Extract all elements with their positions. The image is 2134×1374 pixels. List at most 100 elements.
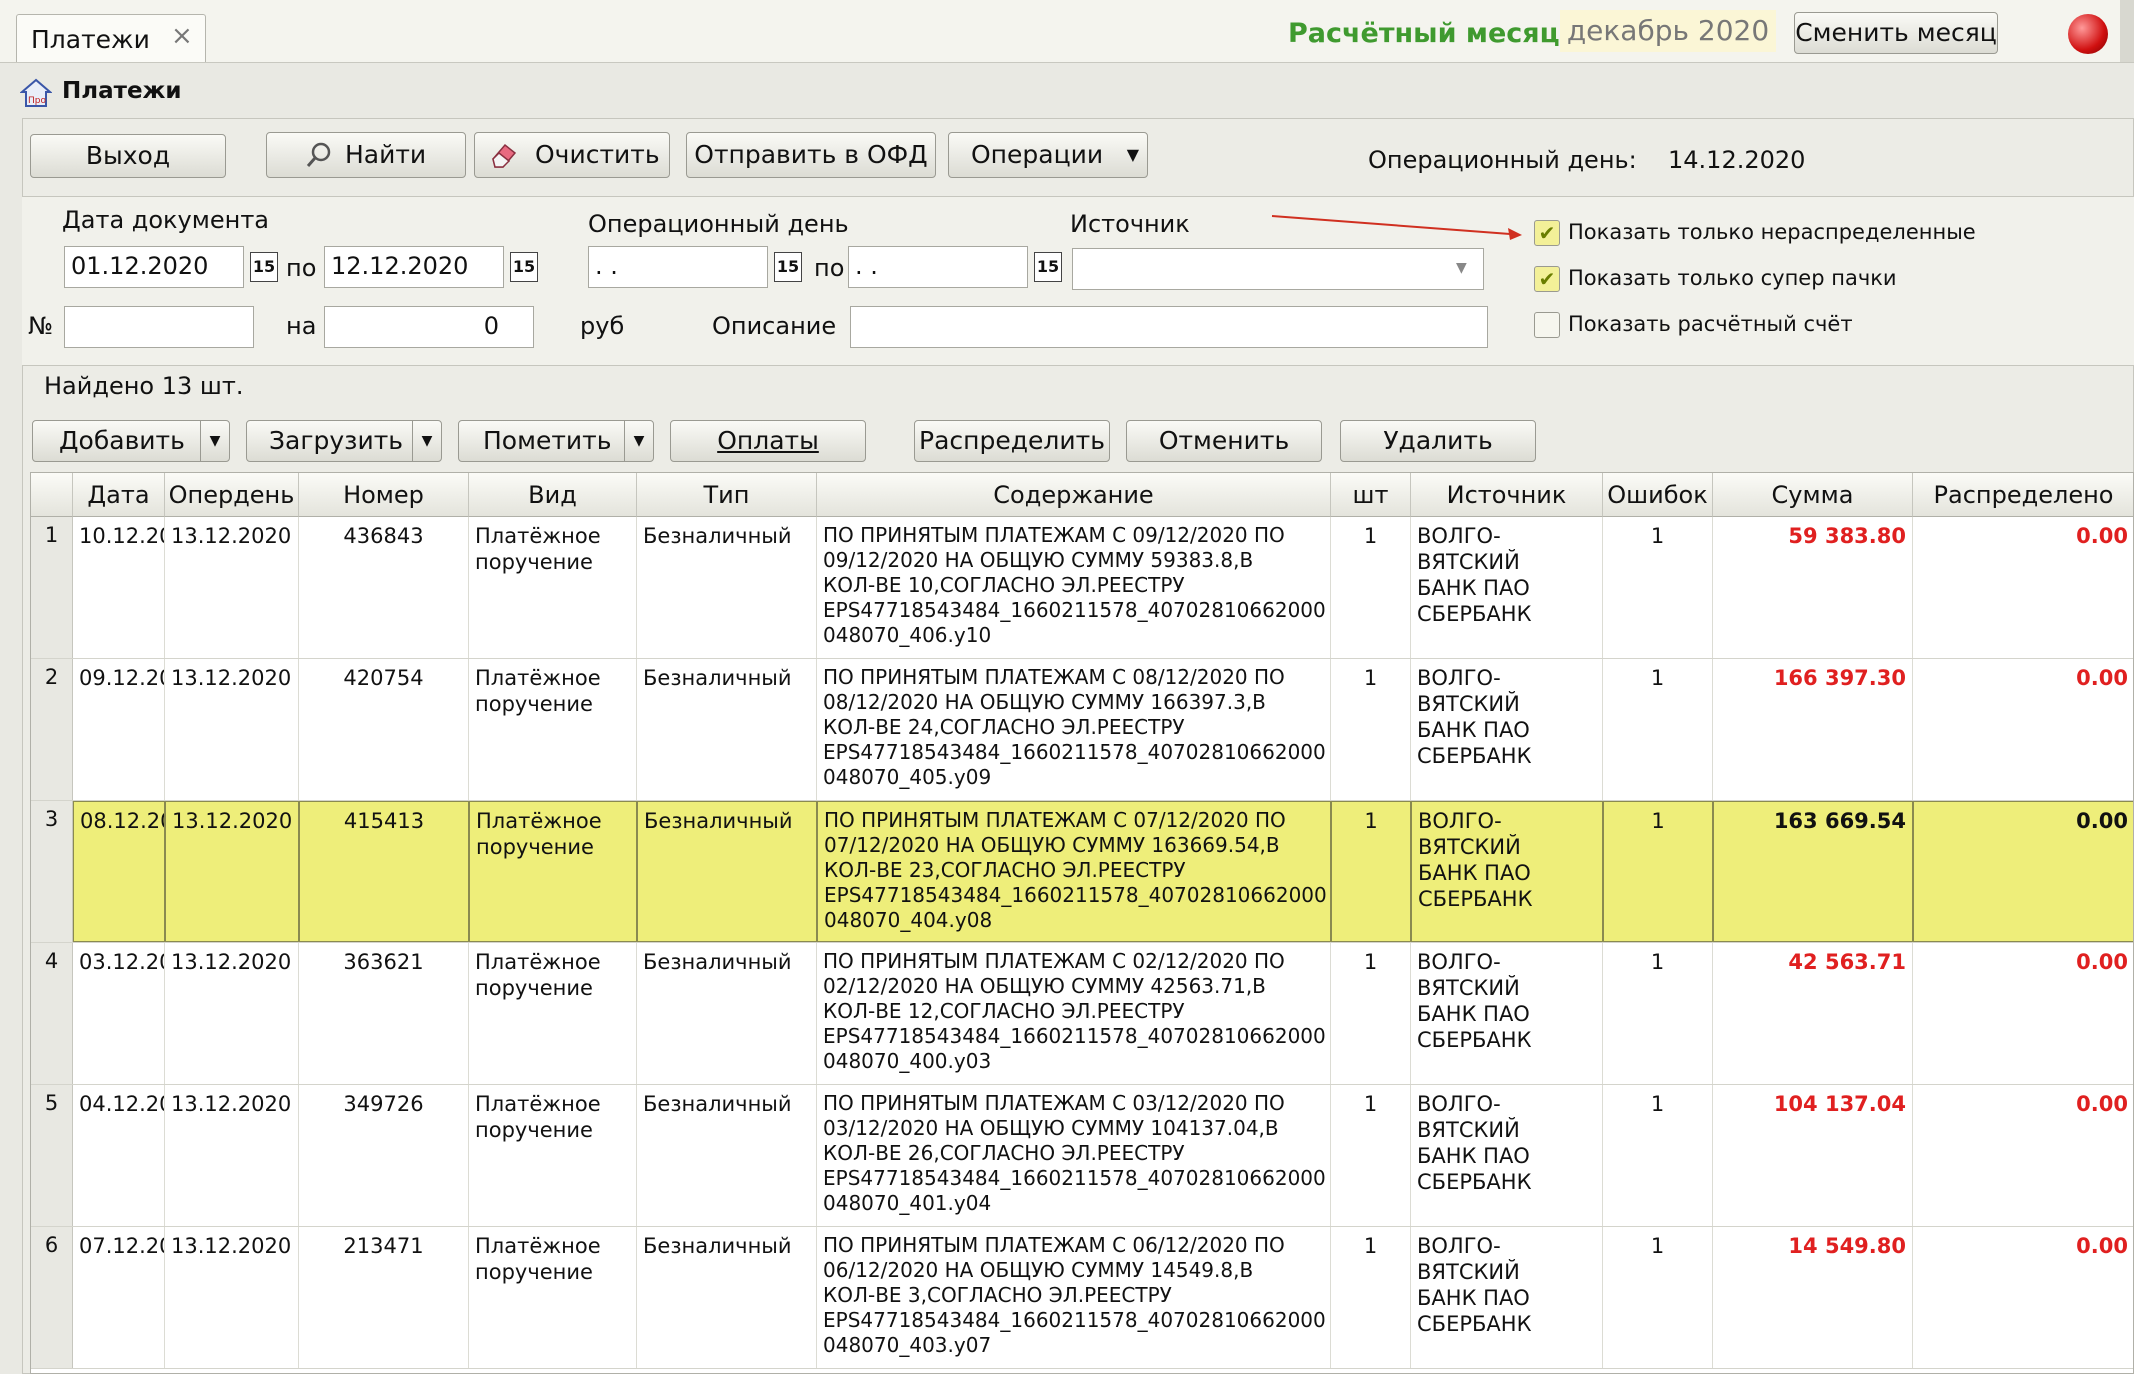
cell-qty[interactable]: 1 [1331, 943, 1411, 1084]
amount-field[interactable]: 0 [324, 306, 534, 348]
cell-source[interactable]: ВОЛГО-ВЯТСКИЙ БАНК ПАО СБЕРБАНК [1411, 1085, 1603, 1226]
cell-errors[interactable]: 1 [1603, 659, 1713, 800]
opday-from-field[interactable]: . . [588, 246, 768, 288]
chk-super-batches[interactable]: ✔ [1534, 266, 1560, 292]
send-ofd-button[interactable]: Отправить в ОФД [686, 132, 936, 178]
change-month-button[interactable]: Сменить месяц [1794, 12, 1998, 54]
chk-unallocated[interactable]: ✔ [1534, 220, 1560, 246]
distribute-button[interactable]: Распределить [914, 420, 1110, 462]
cell-errors[interactable]: 1 [1603, 1085, 1713, 1226]
cell-content[interactable]: ПО ПРИНЯТЫМ ПЛАТЕЖАМ С 06/12/2020 ПО 06/… [817, 1227, 1331, 1368]
description-field[interactable] [850, 306, 1488, 348]
cell-errors[interactable]: 1 [1603, 801, 1713, 942]
cell-content[interactable]: ПО ПРИНЯТЫМ ПЛАТЕЖАМ С 09/12/2020 ПО 09/… [817, 517, 1331, 658]
table-row[interactable]: 209.12.202013.12.2020420754Платёжное пор… [31, 659, 2133, 801]
table-row[interactable]: 504.12.202013.12.2020349726Платёжное пор… [31, 1085, 2133, 1227]
table-row[interactable]: 403.12.202013.12.2020363621Платёжное пор… [31, 943, 2133, 1085]
chevron-down-icon[interactable]: ▼ [624, 421, 653, 461]
cell-errors[interactable]: 1 [1603, 943, 1713, 1084]
close-icon[interactable]: × [171, 21, 193, 51]
cell-number[interactable]: 213471 [299, 1227, 469, 1368]
cell-opday[interactable]: 13.12.2020 [165, 659, 299, 800]
cell-sum[interactable]: 163 669.54 [1713, 801, 1913, 942]
column-header[interactable]: шт [1331, 473, 1411, 517]
cell-qty[interactable]: 1 [1331, 659, 1411, 800]
cancel-button[interactable]: Отменить [1126, 420, 1322, 462]
operations-dropdown[interactable]: Операции ▼ [948, 132, 1148, 178]
cell-date[interactable]: 04.12.2020 [73, 1085, 165, 1226]
chk-account[interactable] [1534, 312, 1560, 338]
column-header[interactable]: Дата [73, 473, 165, 517]
doc-date-from-field[interactable]: 01.12.2020 [64, 246, 244, 288]
cell-opday[interactable]: 13.12.2020 [165, 1085, 299, 1226]
column-header[interactable]: Ошибок [1603, 473, 1713, 517]
cell-kind[interactable]: Платёжное поручение [469, 517, 637, 658]
delete-button[interactable]: Удалить [1340, 420, 1536, 462]
cell-source[interactable]: ВОЛГО-ВЯТСКИЙ БАНК ПАО СБЕРБАНК [1411, 659, 1603, 800]
opday-to-field[interactable]: . . [848, 246, 1028, 288]
cell-distributed[interactable]: 0.00 [1913, 659, 2133, 800]
doc-date-to-field[interactable]: 12.12.2020 [324, 246, 504, 288]
cell-number[interactable]: 420754 [299, 659, 469, 800]
cell-qty[interactable]: 1 [1331, 1227, 1411, 1368]
cell-content[interactable]: ПО ПРИНЯТЫМ ПЛАТЕЖАМ С 03/12/2020 ПО 03/… [817, 1085, 1331, 1226]
column-header[interactable]: Тип [637, 473, 817, 517]
column-header[interactable]: Распределено [1913, 473, 2133, 517]
cell-date[interactable]: 08.12.2020 [73, 801, 165, 942]
cell-qty[interactable]: 1 [1331, 1085, 1411, 1226]
find-button[interactable]: Найти [266, 132, 466, 178]
cell-date[interactable]: 10.12.2020 [73, 517, 165, 658]
cell-errors[interactable]: 1 [1603, 517, 1713, 658]
cell-number[interactable]: 363621 [299, 943, 469, 1084]
cell-qty[interactable]: 1 [1331, 517, 1411, 658]
scrollbar[interactable] [2120, 0, 2134, 62]
calendar-icon[interactable]: 15 [774, 252, 802, 282]
column-header[interactable]: Содержание [817, 473, 1331, 517]
column-header[interactable]: Источник [1411, 473, 1603, 517]
table-row[interactable]: 607.12.202013.12.2020213471Платёжное пор… [31, 1227, 2133, 1369]
cell-sum[interactable]: 104 137.04 [1713, 1085, 1913, 1226]
clear-button[interactable]: Очистить [474, 132, 670, 178]
mark-button[interactable]: Пометить ▼ [458, 420, 654, 462]
cell-source[interactable]: ВОЛГО-ВЯТСКИЙ БАНК ПАО СБЕРБАНК [1411, 943, 1603, 1084]
cell-type[interactable]: Безналичный [637, 801, 817, 942]
cell-opday[interactable]: 13.12.2020 [165, 801, 299, 942]
cell-content[interactable]: ПО ПРИНЯТЫМ ПЛАТЕЖАМ С 08/12/2020 ПО 08/… [817, 659, 1331, 800]
calendar-icon[interactable]: 15 [1034, 252, 1062, 282]
cell-date[interactable]: 07.12.2020 [73, 1227, 165, 1368]
cell-number[interactable]: 436843 [299, 517, 469, 658]
cell-type[interactable]: Безналичный [637, 517, 817, 658]
cell-distributed[interactable]: 0.00 [1913, 943, 2133, 1084]
calendar-icon[interactable]: 15 [250, 252, 278, 282]
cell-type[interactable]: Безналичный [637, 1085, 817, 1226]
cell-opday[interactable]: 13.12.2020 [165, 943, 299, 1084]
cell-sum[interactable]: 166 397.30 [1713, 659, 1913, 800]
chevron-down-icon[interactable]: ▼ [200, 421, 229, 461]
load-button[interactable]: Загрузить ▼ [246, 420, 442, 462]
number-field[interactable] [64, 306, 254, 348]
status-ball-icon[interactable] [2068, 14, 2108, 54]
cell-distributed[interactable]: 0.00 [1913, 801, 2133, 942]
table-row[interactable]: 110.12.202013.12.2020436843Платёжное пор… [31, 517, 2133, 659]
column-header[interactable]: Номер [299, 473, 469, 517]
cell-kind[interactable]: Платёжное поручение [469, 659, 637, 800]
cell-distributed[interactable]: 0.00 [1913, 517, 2133, 658]
column-header[interactable]: Вид [469, 473, 637, 517]
cell-sum[interactable]: 14 549.80 [1713, 1227, 1913, 1368]
exit-button[interactable]: Выход [30, 134, 226, 178]
cell-sum[interactable]: 42 563.71 [1713, 943, 1913, 1084]
cell-content[interactable]: ПО ПРИНЯТЫМ ПЛАТЕЖАМ С 07/12/2020 ПО 07/… [817, 801, 1331, 942]
cell-date[interactable]: 03.12.2020 [73, 943, 165, 1084]
cell-content[interactable]: ПО ПРИНЯТЫМ ПЛАТЕЖАМ С 02/12/2020 ПО 02/… [817, 943, 1331, 1084]
chevron-down-icon[interactable]: ▼ [412, 421, 441, 461]
cell-number[interactable]: 415413 [299, 801, 469, 942]
payments-button[interactable]: Оплаты [670, 420, 866, 462]
cell-kind[interactable]: Платёжное поручение [469, 943, 637, 1084]
source-select[interactable] [1072, 248, 1484, 290]
cell-source[interactable]: ВОЛГО-ВЯТСКИЙ БАНК ПАО СБЕРБАНК [1411, 517, 1603, 658]
table-row[interactable]: 308.12.202013.12.2020415413Платёжное пор… [31, 801, 2133, 943]
add-button[interactable]: Добавить ▼ [32, 420, 230, 462]
cell-number[interactable]: 349726 [299, 1085, 469, 1226]
column-header[interactable]: Опердень [165, 473, 299, 517]
column-header[interactable]: Сумма [1713, 473, 1913, 517]
